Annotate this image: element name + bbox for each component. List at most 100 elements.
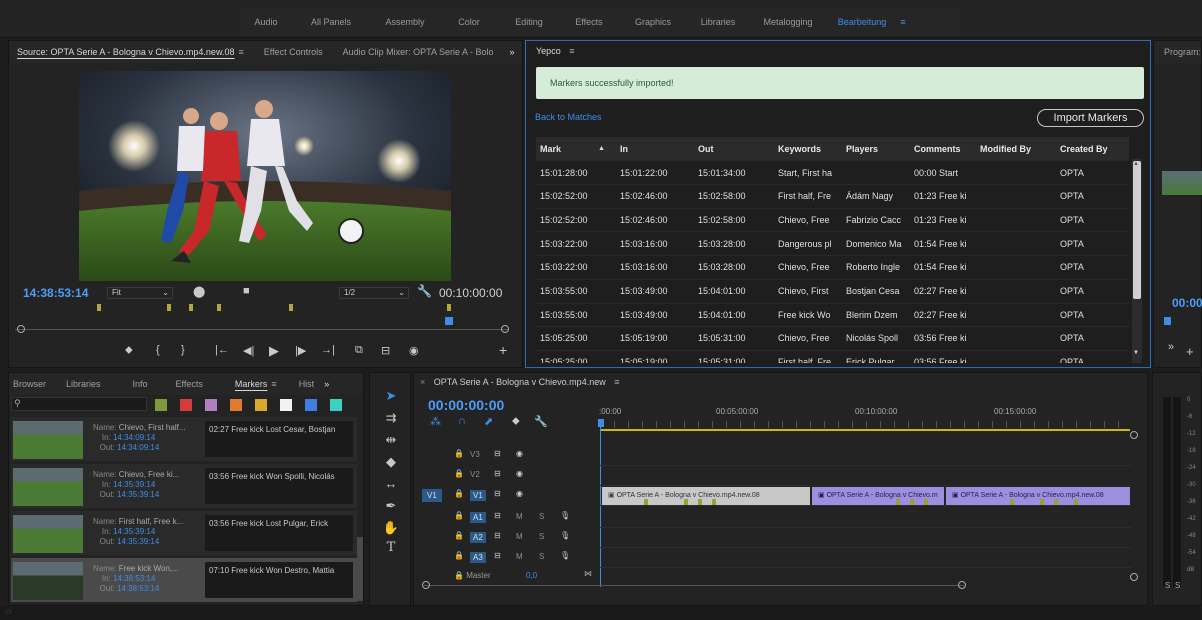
- track-label-a2[interactable]: A2: [470, 532, 486, 543]
- add-button-icon[interactable]: +: [499, 342, 507, 358]
- table-row[interactable]: 15:03:55:00 15:03:49:00 15:04:01:00 Chievo,…: [536, 280, 1129, 304]
- tab-audio-clip-mixer[interactable]: Audio Clip Mixer: OPTA Serie A - Bolo: [333, 47, 504, 57]
- marker-comment[interactable]: 03:56 Free kick Won Spolli, Nicolás: [205, 468, 353, 504]
- import-markers-button[interactable]: Import Markers: [1037, 109, 1144, 127]
- h-scroll-left-handle[interactable]: [422, 581, 430, 589]
- lock-icon[interactable]: 🔒: [454, 551, 464, 560]
- table-row[interactable]: 15:02:52:00 15:02:46:00 15:02:58:00 First h…: [536, 185, 1129, 209]
- eye-icon[interactable]: ◉: [516, 489, 523, 498]
- v-scroll-handle[interactable]: [1130, 573, 1138, 581]
- yepco-menu-icon[interactable]: ≡: [569, 46, 574, 56]
- h-scroll-right-handle[interactable]: [958, 581, 966, 589]
- marker-comment[interactable]: 07:10 Free kick Won Destro, Mattia: [205, 562, 353, 598]
- solo-button[interactable]: S: [539, 532, 544, 541]
- workspace-assembly[interactable]: Assembly: [370, 17, 440, 27]
- lock-icon[interactable]: 🔒: [454, 531, 464, 540]
- lock-icon[interactable]: 🔒: [454, 469, 464, 478]
- track-label-v1[interactable]: V1: [470, 490, 486, 501]
- workspace-menu-icon[interactable]: ≡: [896, 17, 910, 27]
- color-swatch[interactable]: [280, 399, 292, 411]
- selection-tool-icon[interactable]: ➤: [382, 387, 400, 405]
- tab-browser[interactable]: Browser: [9, 379, 56, 389]
- type-tool-icon[interactable]: T: [382, 539, 400, 557]
- master-link-icon[interactable]: ⋈: [584, 569, 592, 578]
- resolution-dropdown[interactable]: 1/2 ⌄: [339, 287, 409, 299]
- wrench-icon[interactable]: 🔧: [417, 284, 432, 298]
- work-area-bar[interactable]: [600, 429, 1130, 431]
- timeline-h-scrollbar[interactable]: [424, 585, 964, 586]
- go-to-out-icon[interactable]: →|: [321, 344, 335, 356]
- marker-icon[interactable]: ⬤: [193, 285, 205, 298]
- camera-icon[interactable]: ◉: [409, 344, 419, 357]
- mute-button[interactable]: M: [516, 552, 523, 561]
- program-playhead[interactable]: [1164, 317, 1171, 325]
- column-header-keywords[interactable]: Keywords: [774, 144, 842, 154]
- marker-list-item[interactable]: Name: Chievo, First half... In: 14:34:09…: [11, 417, 357, 461]
- column-header-modified-by[interactable]: Modified By: [976, 144, 1056, 154]
- tab-info[interactable]: Info: [111, 379, 158, 389]
- table-row[interactable]: 15:03:55:00 15:03:49:00 15:04:01:00 Free ki…: [536, 303, 1129, 328]
- fit-dropdown[interactable]: Fit ⌄: [107, 287, 173, 299]
- eye-icon[interactable]: ◉: [516, 469, 523, 478]
- track-label-a1[interactable]: A1: [470, 512, 486, 523]
- table-row[interactable]: 15:05:25:00 15:05:19:00 15:05:31:00 Chievo,…: [536, 327, 1129, 351]
- marker-list-item[interactable]: Name: Chievo, Free ki... In: 14:35:39:14…: [11, 464, 357, 508]
- lock-icon[interactable]: 🔒: [454, 571, 466, 580]
- microphone-icon[interactable]: 🎙: [560, 531, 570, 540]
- solo-button[interactable]: S: [539, 552, 544, 561]
- color-swatch[interactable]: [330, 399, 342, 411]
- go-to-in-icon[interactable]: |←: [215, 344, 229, 356]
- mark-in-icon[interactable]: {: [156, 344, 160, 356]
- settings-square-icon[interactable]: ■: [243, 285, 250, 297]
- solo-button[interactable]: S: [539, 512, 544, 521]
- mark-out-icon[interactable]: }: [181, 344, 185, 356]
- tab-program[interactable]: Program:: [1164, 47, 1201, 57]
- color-swatch[interactable]: [205, 399, 217, 411]
- column-header-created-by[interactable]: Created By: [1056, 144, 1129, 154]
- table-row[interactable]: 15:05:25:00 15:05:19:00 15:05:31:00 First h…: [536, 351, 1129, 363]
- tab-markers[interactable]: Markers: [213, 379, 272, 389]
- tab-effect-controls[interactable]: Effect Controls: [254, 47, 333, 57]
- insert-icon[interactable]: ⧉: [355, 344, 363, 357]
- color-swatch[interactable]: [230, 399, 242, 411]
- marker-list-scrollbar[interactable]: [357, 537, 363, 601]
- source-scrub-bar[interactable]: [15, 329, 509, 330]
- timeline-menu-icon[interactable]: ≡: [614, 377, 619, 387]
- panel-overflow-icon[interactable]: »: [504, 47, 515, 57]
- zoom-handle-left[interactable]: [17, 325, 25, 333]
- table-scroll-thumb[interactable]: [1133, 161, 1141, 299]
- microphone-icon[interactable]: 🎙: [560, 551, 570, 560]
- color-swatch[interactable]: [155, 399, 167, 411]
- slip-tool-icon[interactable]: ↔: [382, 475, 400, 493]
- snap-icon[interactable]: ∩: [458, 415, 466, 427]
- marker-list-item[interactable]: Name: First half, Free k... In: 14:35:39…: [11, 511, 357, 555]
- workspace-libraries[interactable]: Libraries: [688, 17, 748, 27]
- close-icon[interactable]: ×: [420, 377, 425, 387]
- markers-menu-icon[interactable]: ≡: [271, 379, 288, 389]
- playhead-marker[interactable]: [445, 317, 453, 325]
- eye-icon[interactable]: ◉: [516, 449, 523, 458]
- solo-left-button[interactable]: S: [1165, 581, 1170, 590]
- sequence-title[interactable]: OPTA Serie A - Bologna v Chievo.mp4.new: [434, 377, 606, 387]
- source-menu-icon[interactable]: ≡: [238, 47, 253, 57]
- play-icon[interactable]: ▶: [269, 343, 279, 359]
- hand-tool-icon[interactable]: ✋: [382, 519, 400, 537]
- workspace-color[interactable]: Color: [440, 17, 498, 27]
- table-row[interactable]: 15:03:22:00 15:03:16:00 15:03:28:00 Dangero…: [536, 232, 1129, 257]
- sync-lock-icon[interactable]: ⊟: [494, 551, 501, 560]
- sort-ascending-icon[interactable]: ▲: [598, 145, 605, 152]
- add-marker-icon[interactable]: ⬥: [125, 344, 133, 357]
- workspace-metalogging[interactable]: Metalogging: [748, 17, 828, 27]
- workspace-graphics[interactable]: Graphics: [618, 17, 688, 27]
- table-row[interactable]: 15:03:22:00 15:03:16:00 15:03:28:00 Chievo,…: [536, 256, 1129, 280]
- marker-comment[interactable]: 03:56 Free kick Lost Pulgar, Erick: [205, 515, 353, 551]
- color-swatch[interactable]: [305, 399, 317, 411]
- mute-button[interactable]: M: [516, 532, 523, 541]
- ripple-edit-tool-icon[interactable]: ⇹: [382, 431, 400, 449]
- program-add-icon[interactable]: +: [1186, 344, 1194, 359]
- zoom-handle[interactable]: [1130, 431, 1138, 439]
- mute-button[interactable]: M: [516, 512, 523, 521]
- sync-lock-icon[interactable]: ⊟: [494, 469, 501, 478]
- master-volume[interactable]: 0,0: [526, 571, 537, 580]
- workspace-all-panels[interactable]: All Panels: [292, 17, 370, 27]
